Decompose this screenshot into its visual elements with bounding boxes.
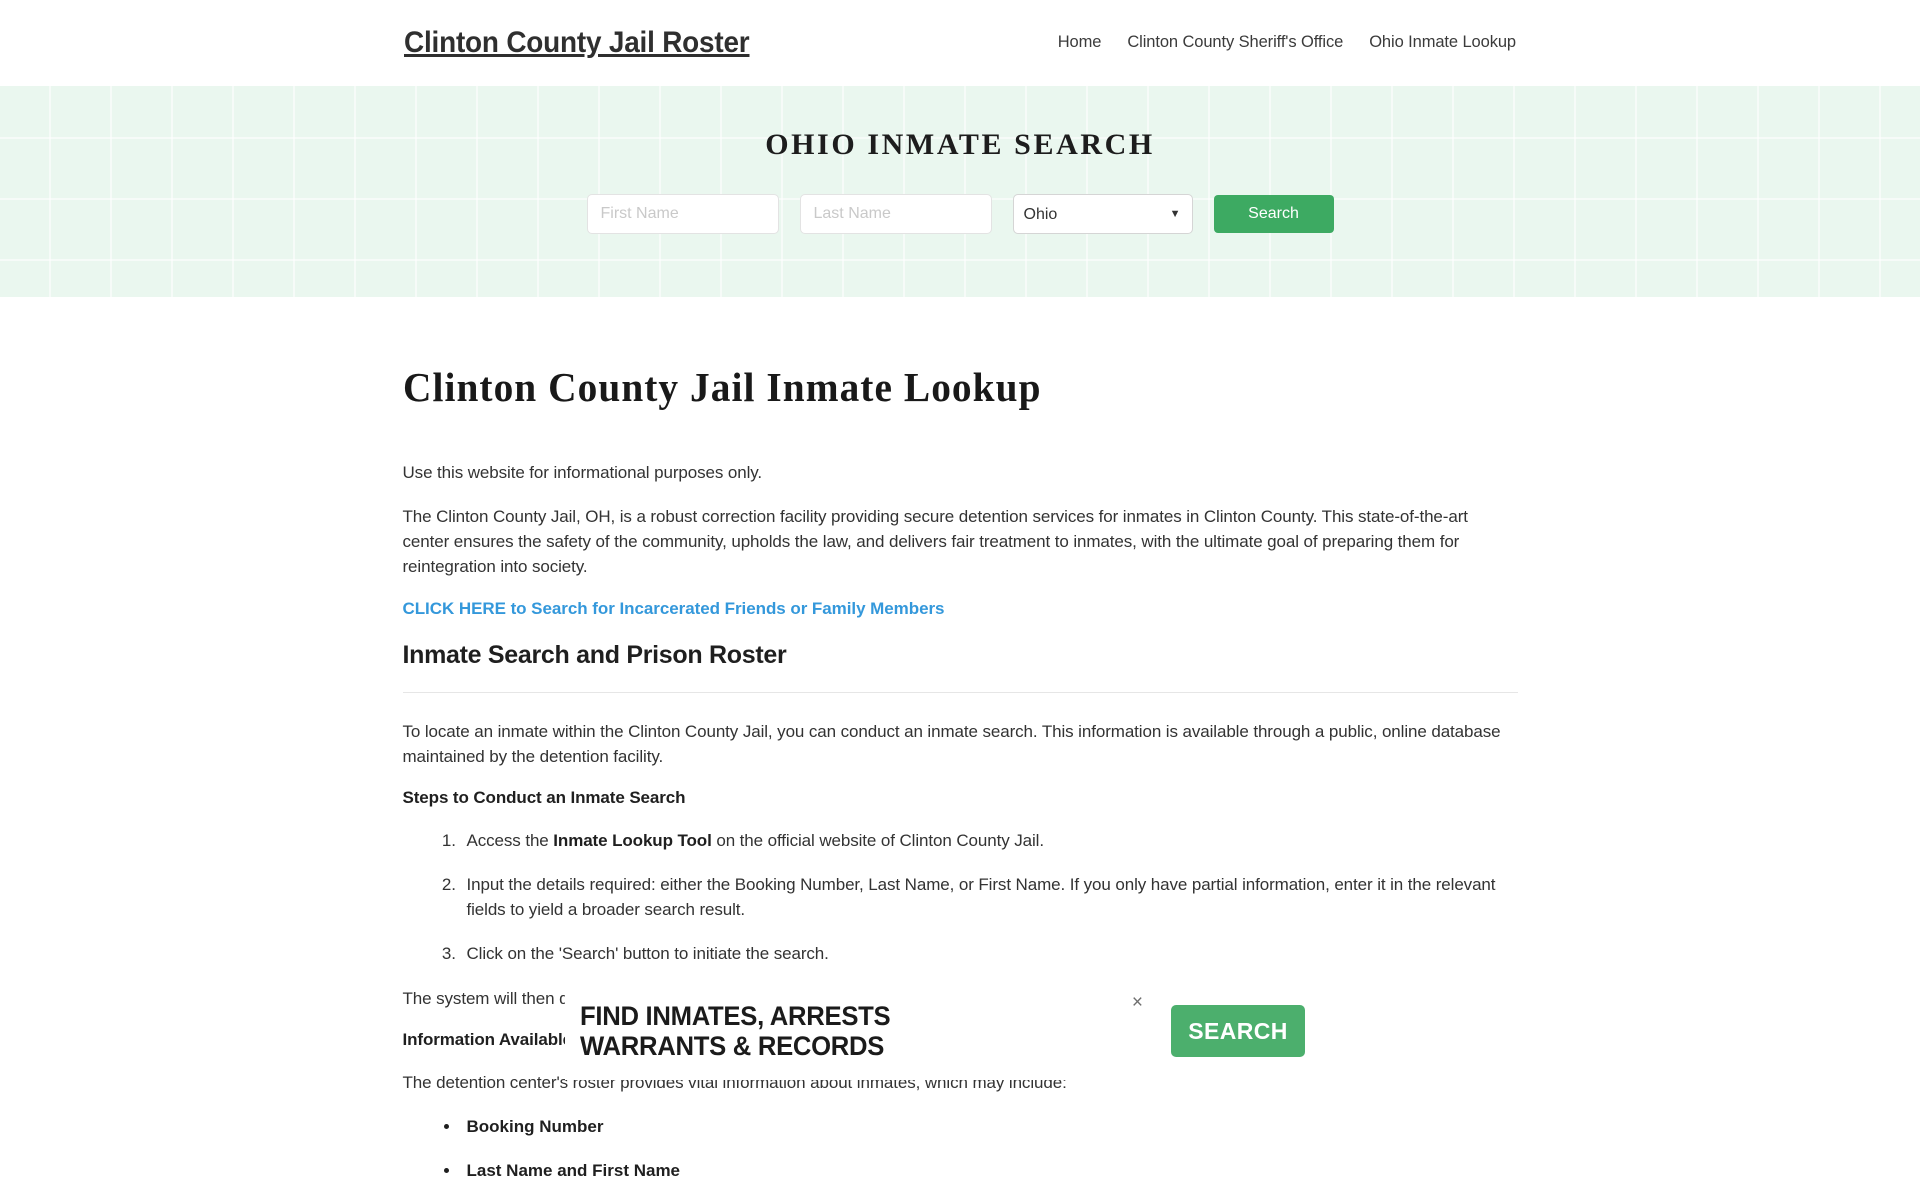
promo-headline-line1: FIND INMATES, ARRESTS — [580, 1000, 891, 1031]
list-item: Access the Inmate Lookup Tool on the off… — [461, 828, 1518, 853]
steps-heading: Steps to Conduct an Inmate Search — [402, 787, 686, 807]
hero-search-section: OHIO INMATE SEARCH Ohio ▼ Search — [0, 86, 1920, 297]
search-button[interactable]: Search — [1213, 195, 1334, 233]
steps-list: Access the Inmate Lookup Tool on the off… — [403, 828, 1518, 967]
step-text-before: Input the details required: either the B… — [466, 875, 1496, 920]
section-intro-paragraph: To locate an inmate within the Clinton C… — [402, 721, 1501, 766]
promo-headline: FIND INMATES, ARRESTS WARRANTS & RECORDS — [580, 1000, 891, 1061]
state-select-wrapper: Ohio ▼ — [1012, 194, 1193, 234]
disclaimer-text: Use this website for informational purpo… — [402, 463, 763, 482]
promo-headline-line2: WARRANTS & RECORDS — [580, 1031, 885, 1061]
main-nav: Home Clinton County Sheriff's Office Ohi… — [1058, 33, 1516, 52]
list-item: Input the details required: either the B… — [461, 872, 1518, 922]
nav-item-sheriffs-office[interactable]: Clinton County Sheriff's Office — [1127, 33, 1343, 52]
promo-search-button[interactable]: SEARCH — [1171, 1005, 1305, 1057]
first-name-input[interactable] — [586, 194, 779, 234]
step-bold-term: Inmate Lookup Tool — [553, 830, 712, 850]
inmate-search-form: Ohio ▼ Search — [586, 194, 1334, 234]
last-name-input[interactable] — [799, 194, 992, 234]
hero-title: OHIO INMATE SEARCH — [765, 128, 1155, 161]
site-header: Clinton County Jail Roster Home Clinton … — [0, 0, 1920, 86]
site-title[interactable]: Clinton County Jail Roster — [404, 26, 750, 60]
state-select[interactable]: Ohio — [1012, 194, 1193, 234]
intro-paragraph: The Clinton County Jail, OH, is a robust… — [402, 507, 1468, 577]
close-icon[interactable]: × — [1132, 993, 1143, 1012]
page-title: Clinton County Jail Inmate Lookup — [402, 364, 1042, 410]
step-text-before: Access the — [466, 830, 554, 850]
list-item: Click on the 'Search' button to initiate… — [461, 941, 1518, 966]
step-text-after: on the official website of Clinton Count… — [711, 830, 1044, 850]
step-text-before: Click on the 'Search' button to initiate… — [466, 944, 829, 964]
section-heading-inmate-search: Inmate Search and Prison Roster — [402, 640, 787, 669]
promo-banner: FIND INMATES, ARRESTS WARRANTS & RECORDS… — [565, 982, 1385, 1080]
info-items-list: Booking Number Last Name and First Name — [403, 1114, 1518, 1183]
nav-item-ohio-inmate-lookup[interactable]: Ohio Inmate Lookup — [1369, 33, 1516, 52]
nav-item-home[interactable]: Home — [1058, 33, 1102, 52]
list-item: Booking Number — [461, 1114, 1518, 1139]
list-item: Last Name and First Name — [461, 1158, 1518, 1183]
section-divider — [402, 691, 1518, 693]
cta-search-link[interactable]: CLICK HERE to Search for Incarcerated Fr… — [403, 599, 1518, 619]
